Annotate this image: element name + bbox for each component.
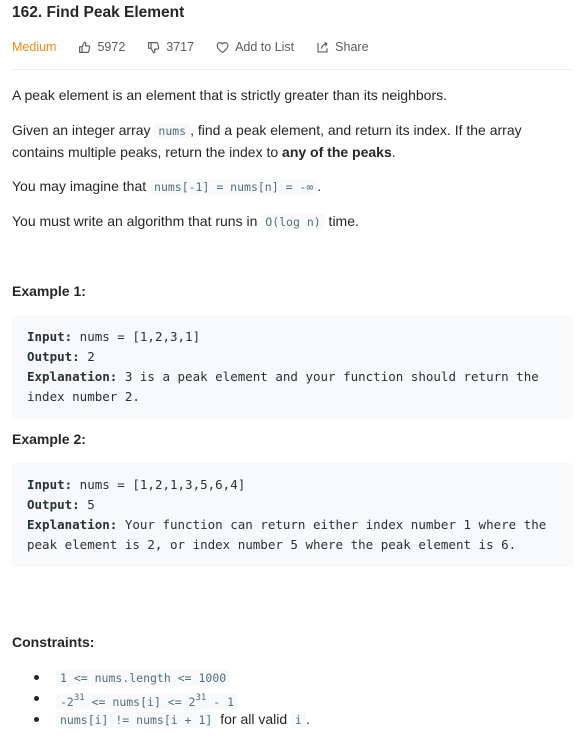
c2-a: -2	[60, 695, 74, 709]
p3-code: nums[-1] = nums[n] = -∞	[150, 179, 318, 195]
thumbs-up-icon	[79, 41, 91, 53]
share-icon	[317, 41, 328, 53]
c2-sup2: 31	[195, 693, 207, 703]
example-1-explanation-label: Explanation:	[27, 369, 118, 384]
example-2-input: nums = [1,2,1,3,5,6,4]	[72, 477, 246, 492]
dislike-count: 3717	[166, 40, 195, 54]
constraint-3-text: for all valid	[216, 711, 292, 727]
description-paragraph-3: You may imagine that nums[-1] = nums[n] …	[12, 176, 572, 198]
problem-title: 162. Find Peak Element	[12, 4, 185, 21]
heart-icon	[216, 41, 229, 53]
difficulty-badge: Medium	[12, 40, 57, 54]
description-paragraph-4: You must write an algorithm that runs in…	[12, 211, 572, 233]
example-2-output: 5	[79, 497, 95, 512]
example-2-output-label: Output:	[27, 497, 80, 512]
add-to-list-label: Add to List	[235, 40, 295, 54]
add-to-list-button[interactable]: Add to List	[216, 40, 294, 54]
example-2-input-label: Input:	[27, 477, 73, 492]
share-label: Share	[335, 40, 369, 54]
constraint-3-code-i: i	[291, 712, 306, 728]
description-paragraph-1: A peak element is an element that is str…	[12, 87, 448, 103]
constraint-item: -231 <= nums[i] <= 231 - 1	[30, 688, 310, 710]
like-button[interactable]: 5972	[78, 40, 125, 54]
constraint-item: 1 <= nums.length <= 1000	[30, 667, 310, 688]
example-1-title: Example 1:	[12, 283, 86, 299]
p4-code: O(log n)	[261, 214, 325, 230]
example-2-explanation-label: Explanation:	[27, 517, 118, 532]
c2-sup1: 31	[73, 693, 85, 703]
example-2-title: Example 2:	[12, 431, 86, 447]
dislike-button[interactable]: 3717	[147, 40, 194, 54]
constraint-1-code: 1 <= nums.length <= 1000	[56, 670, 231, 686]
constraint-3-code: nums[i] != nums[i + 1]	[56, 712, 217, 728]
c2-c: - 1	[206, 695, 235, 709]
example-1-output: 2	[79, 349, 95, 364]
p4-text-b: time.	[324, 213, 359, 229]
p2-text-c: .	[391, 144, 396, 160]
constraints-title: Constraints:	[12, 634, 95, 650]
example-1-input-label: Input:	[27, 329, 73, 344]
p2-code-nums: nums	[154, 123, 191, 139]
constraint-item: nums[i] != nums[i + 1] for all valid i.	[30, 709, 310, 730]
constraint-2-code: -231 <= nums[i] <= 231 - 1	[56, 693, 239, 710]
c2-b: <= nums[i] <= 2	[84, 695, 196, 709]
like-count: 5972	[97, 40, 126, 54]
problem-meta-bar: Medium 5972 3717 Add to List Share	[12, 38, 391, 56]
example-1-input: nums = [1,2,3,1]	[72, 329, 201, 344]
constraint-3-end: .	[305, 711, 310, 727]
thumbs-down-icon	[148, 41, 160, 53]
p2-text-a: Given an integer array	[12, 122, 155, 138]
example-2-block: Input: nums = [1,2,1,3,5,6,4] Output: 5 …	[12, 463, 573, 567]
p3-text-b: .	[317, 178, 322, 194]
example-1-output-label: Output:	[27, 349, 80, 364]
example-1-block: Input: nums = [1,2,3,1] Output: 2 Explan…	[12, 315, 573, 419]
p2-bold: any of the peaks	[282, 144, 392, 160]
p4-text-a: You must write an algorithm that runs in	[12, 213, 262, 229]
share-button[interactable]: Share	[316, 40, 369, 54]
constraints-list: 1 <= nums.length <= 1000 -231 <= nums[i]…	[30, 667, 310, 730]
p3-text-a: You may imagine that	[12, 178, 151, 194]
description-paragraph-2: Given an integer array nums, find a peak…	[12, 120, 572, 163]
header-divider	[12, 69, 572, 70]
